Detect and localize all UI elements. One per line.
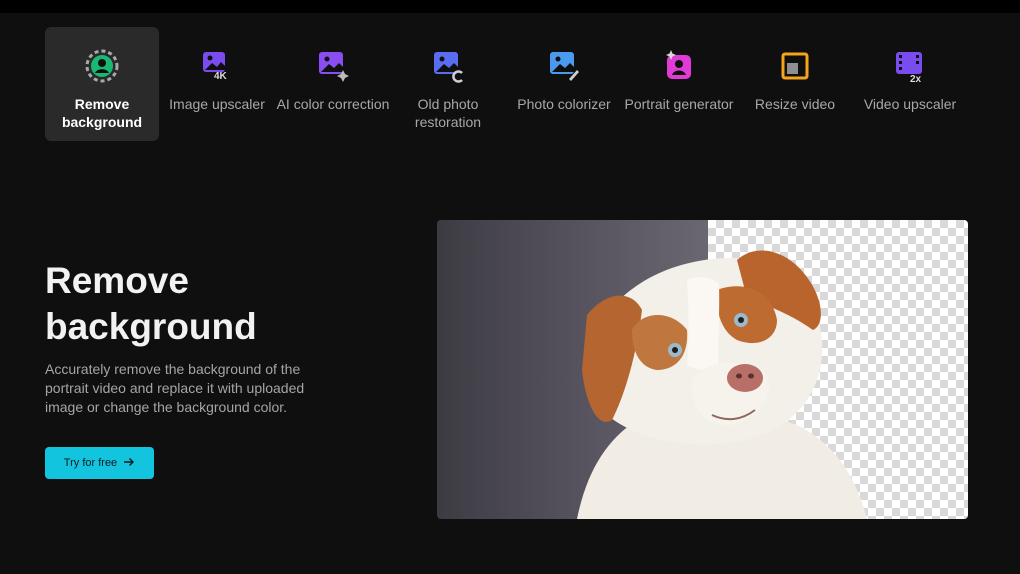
image-sparkle-icon [314, 47, 352, 85]
arrow-right-icon [123, 457, 135, 470]
before-after-preview [437, 220, 968, 519]
tool-label: AI color correction [276, 96, 390, 112]
tool-old-photo-restoration[interactable]: Old photo restoration [391, 27, 505, 141]
svg-text:2x: 2x [910, 74, 922, 83]
tool-label: Photo colorizer [517, 96, 611, 112]
tool-ai-color-correction[interactable]: AI color correction [276, 27, 390, 141]
tool-label: Resize video [754, 96, 836, 112]
image-4k-icon: 4K [198, 47, 236, 85]
svg-text:4K: 4K [214, 71, 228, 82]
tool-label: Video upscaler [863, 96, 957, 112]
image-brush-icon [545, 47, 583, 85]
tool-photo-colorizer[interactable]: Photo colorizer [507, 27, 621, 141]
tool-label: Remove background [61, 96, 143, 130]
portrait-sparkle-icon [660, 47, 698, 85]
image-restore-icon [429, 47, 467, 85]
tool-label: Portrait generator [624, 96, 734, 112]
tool-selector: Remove background 4K Image upscaler AI c… [45, 27, 985, 141]
dog-portrait-image [577, 250, 867, 519]
tool-label: Old photo restoration [414, 96, 482, 130]
cta-label: Try for free [63, 457, 118, 469]
hero-title: Remove background [45, 260, 257, 347]
try-for-free-button[interactable]: Try for free [45, 447, 154, 479]
film-2x-icon: 2x [891, 47, 929, 85]
tool-remove-background[interactable]: Remove background [45, 27, 159, 141]
tool-portrait-generator[interactable]: Portrait generator [622, 27, 736, 141]
person-remove-bg-icon [83, 47, 121, 85]
tool-label: Image upscaler [169, 96, 265, 112]
tool-video-upscaler[interactable]: 2x Video upscaler [853, 27, 967, 141]
tool-image-upscaler[interactable]: 4K Image upscaler [160, 27, 274, 141]
top-bar [0, 0, 1020, 13]
resize-square-icon [776, 47, 814, 85]
tool-resize-video[interactable]: Resize video [738, 27, 852, 141]
hero-description: Accurately remove the background of the … [45, 361, 305, 415]
